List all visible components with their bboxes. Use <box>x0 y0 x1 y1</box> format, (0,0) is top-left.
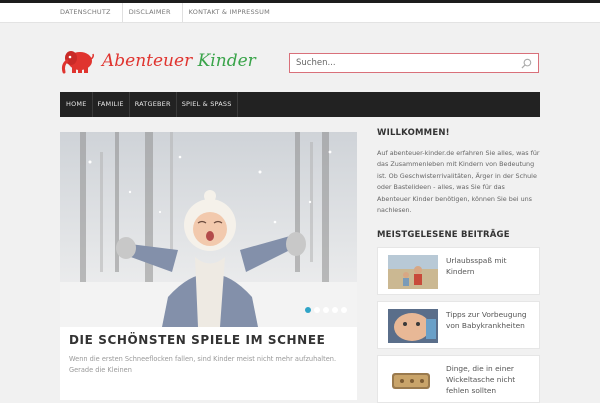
nav-item-spiel-spass[interactable]: SPIEL & SPASS <box>177 92 238 117</box>
post-title[interactable]: Urlaubsspaß mit Kindern <box>446 255 534 277</box>
search-icon[interactable] <box>521 58 532 69</box>
welcome-heading: WILLKOMMEN! <box>377 128 450 138</box>
logo-text: Abenteuer Kinder <box>102 51 256 71</box>
top-navigation: DATENSCHUTZ DISCLAIMER KONTAKT & IMPRESS… <box>0 3 600 23</box>
post-title[interactable]: Tipps zur Vorbeugung von Babykrankheiten <box>446 309 534 331</box>
main-navigation: HOME FAMILIE RATGEBER SPIEL & SPASS <box>60 92 540 117</box>
slider-caption: DIE SCHÖNSTEN SPIELE IM SCHNEE Wenn die … <box>60 327 357 400</box>
welcome-text: Auf abenteuer-kinder.de erfahren Sie all… <box>377 149 540 215</box>
post-title[interactable]: Dinge, die in einer Wickeltasche nicht f… <box>446 363 534 396</box>
search-box <box>289 53 539 73</box>
slider-dot-3[interactable] <box>323 307 329 313</box>
popular-post[interactable]: Tipps zur Vorbeugung von Babykrankheiten <box>377 301 540 349</box>
slider-excerpt: Wenn die ersten Schneeflocken fallen, si… <box>69 355 337 374</box>
slider-dot-1[interactable] <box>305 307 311 313</box>
elephant-icon <box>61 51 94 74</box>
slider-dot-5[interactable] <box>341 307 347 313</box>
slider-dots <box>302 307 347 313</box>
popular-post[interactable]: Dinge, die in einer Wickeltasche nicht f… <box>377 355 540 403</box>
site-logo[interactable]: Abenteuer Kinder <box>60 46 256 76</box>
nav-item-ratgeber[interactable]: RATGEBER <box>130 92 177 117</box>
post-thumbnail[interactable] <box>388 309 438 343</box>
search-input[interactable] <box>290 54 516 72</box>
slider-title[interactable]: DIE SCHÖNSTEN SPIELE IM SCHNEE <box>69 333 325 347</box>
post-thumbnail[interactable] <box>388 363 438 397</box>
top-links: DATENSCHUTZ DISCLAIMER KONTAKT & IMPRESS… <box>60 3 287 22</box>
top-link-disclaimer[interactable]: DISCLAIMER <box>129 3 183 22</box>
popular-heading: MEISTGELESENE BEITRÄGE <box>377 230 510 240</box>
top-link-datenschutz[interactable]: DATENSCHUTZ <box>60 3 123 22</box>
popular-post[interactable]: Urlaubsspaß mit Kindern <box>377 247 540 295</box>
logo-word-2: Kinder <box>197 51 256 71</box>
post-thumbnail[interactable] <box>388 255 438 289</box>
top-link-kontakt[interactable]: KONTAKT & IMPRESSUM <box>189 3 281 22</box>
nav-item-familie[interactable]: FAMILIE <box>93 92 130 117</box>
slider-dot-2[interactable] <box>314 307 320 313</box>
featured-slider[interactable] <box>60 132 357 327</box>
slider-dot-4[interactable] <box>332 307 338 313</box>
logo-word-1: Abenteuer <box>102 51 193 71</box>
nav-item-home[interactable]: HOME <box>60 92 93 117</box>
slider-image <box>60 132 357 327</box>
